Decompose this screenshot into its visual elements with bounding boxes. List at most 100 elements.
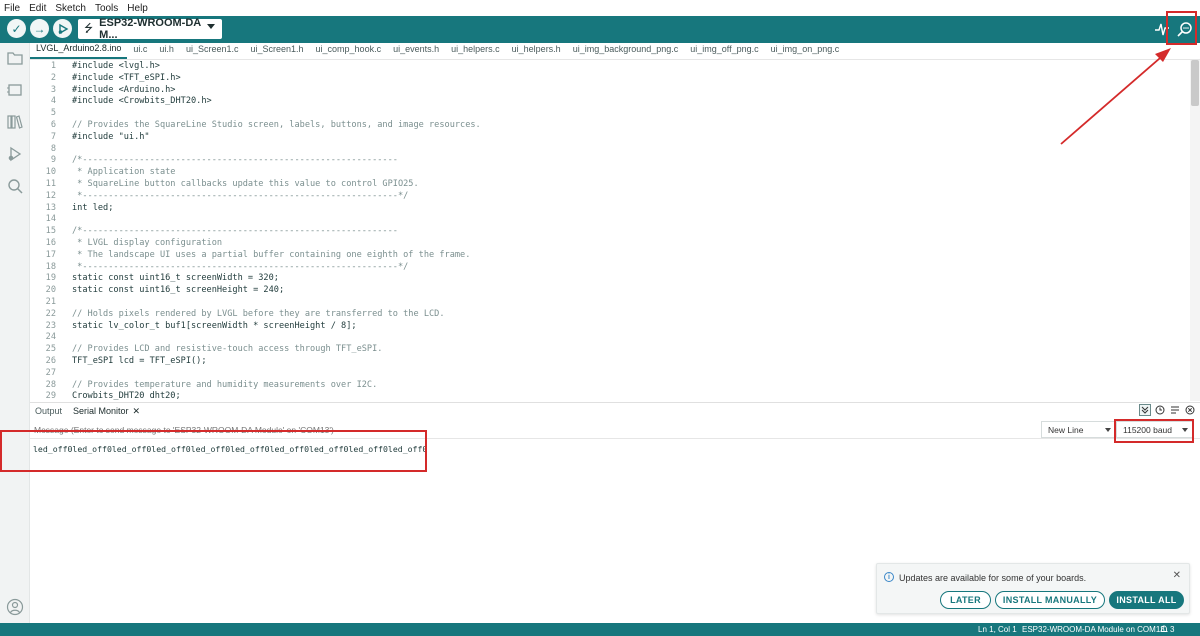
install-manually-button[interactable]: INSTALL MANUALLY [995,591,1105,609]
menu-sketch[interactable]: Sketch [55,3,86,14]
code-text: static lv_color_t buf1[screenWidth * scr… [72,320,357,331]
notification-message: Updates are available for some of your b… [899,573,1087,583]
line-number: 20 [45,285,56,296]
double-chevron-down-icon [1141,406,1149,414]
debug-icon[interactable] [6,145,24,163]
file-tab[interactable]: ui_events.h [387,42,445,59]
code-text: * Application state [72,167,176,178]
code-line: 7 #include "ui.h" [30,132,1188,144]
code-line: 19 static const uint16_t screenWidth = 32… [30,273,1188,285]
debug-button[interactable] [53,19,72,38]
line-number: 25 [45,344,56,355]
scrollbar-thumb[interactable] [1191,60,1199,106]
later-button[interactable]: LATER [940,591,991,609]
code-line: 14 [30,214,1188,226]
code-line: 21 [30,297,1188,309]
code-text: * The landscape UI uses a partial buffer… [72,249,471,260]
code-text: static const uint16_t screenHeight = 240… [72,285,285,296]
line-number: 19 [45,273,56,284]
toggle-autoscroll-button[interactable] [1139,404,1151,416]
line-number: 1 [50,61,56,71]
menu-bar: File Edit Sketch Tools Help [0,0,1200,16]
code-line: 9 /*-------------------------------------… [30,155,1188,167]
toggle-timestamp-button[interactable] [1154,404,1166,416]
line-number: 17 [45,249,56,260]
menu-help[interactable]: Help [127,3,148,14]
code-text: #include <Crowbits_DHT20.h> [72,96,212,107]
line-number: 11 [45,179,56,189]
file-tab[interactable]: ui_img_off_png.c [684,42,764,59]
line-number: 28 [45,379,56,390]
board-selector[interactable]: ⭍ ESP32-WROOM-DA M... [78,17,222,41]
file-tab[interactable]: ui.h [153,42,180,59]
notification-count: 3 [1170,625,1175,634]
library-icon[interactable] [6,113,24,131]
line-ending-select[interactable]: New Line [1041,421,1117,438]
code-line: 3 #include <Arduino.h> [30,85,1188,97]
line-number: 13 [45,202,56,213]
code-line: 12 *------------------------------------… [30,191,1188,203]
tab-output[interactable]: Output [35,406,62,416]
close-icon[interactable]: ✕ [1173,570,1181,581]
upload-button[interactable]: → [30,19,49,38]
code-line: 25 // Provides LCD and resistive-touch ac… [30,344,1188,356]
code-text: // Provides LCD and resistive-touch acce… [72,344,383,355]
line-number: 26 [45,356,56,366]
line-number: 18 [45,261,56,272]
code-line: 10 * Application state [30,167,1188,179]
code-text: /*--------------------------------------… [72,226,398,237]
file-tab[interactable]: ui_img_background_png.c [567,42,685,59]
code-line: 23 static lv_color_t buf1[screenWidth * s… [30,321,1188,333]
line-number: 22 [45,308,56,319]
tab-serial-monitor[interactable]: Serial Monitor ✕ [73,406,140,417]
code-line: 2 #include <TFT_eSPI.h> [30,73,1188,85]
activity-bar [0,43,30,623]
code-text: TFT_eSPI lcd = TFT_eSPI(); [72,356,207,366]
clear-output-button[interactable] [1169,404,1181,416]
code-line: 11 * SquareLine button callbacks update … [30,179,1188,191]
file-tab[interactable]: LVGL_Arduino2.8.ino [30,42,128,59]
file-tab[interactable]: ui_Screen1.h [244,42,309,59]
code-editor[interactable]: 1 #include <lvgl.h> 2 #include <TFT_eSPI.h>… [30,60,1200,401]
line-number: 7 [50,131,56,142]
close-icon[interactable]: ✕ [133,406,141,416]
folder-icon[interactable] [6,49,24,67]
line-number: 23 [45,320,56,331]
editor-scrollbar[interactable] [1190,60,1200,401]
code-text: int led; [72,202,114,213]
panel-tabs: Output Serial Monitor ✕ [30,402,1200,419]
line-number: 21 [45,297,56,307]
file-tab[interactable]: ui_Screen1.c [180,42,245,59]
code-line: 29 Crowbits_DHT20 dht20; [30,391,1188,401]
close-circle-icon [1185,405,1195,415]
file-tab[interactable]: ui_img_on_png.c [765,42,846,59]
board-name: ESP32-WROOM-DA M... [99,17,201,41]
board-icon[interactable] [6,81,24,99]
code-line: 27 [30,368,1188,380]
file-tab[interactable]: ui_helpers.h [506,42,567,59]
board-port-status[interactable]: ESP32-WROOM-DA Module on COM13 [1022,625,1165,634]
search-icon[interactable] [6,177,24,195]
code-text: Crowbits_DHT20 dht20; [72,391,181,401]
code-line: 17 * The landscape UI uses a partial buf… [30,250,1188,262]
code-text: /*--------------------------------------… [72,155,398,166]
menu-edit[interactable]: Edit [29,3,46,14]
menu-file[interactable]: File [4,3,20,14]
file-tab[interactable]: ui_helpers.c [445,42,506,59]
menu-tools[interactable]: Tools [95,3,118,14]
close-panel-button[interactable] [1184,404,1196,416]
check-icon: ✓ [11,21,22,36]
verify-button[interactable]: ✓ [7,19,26,38]
install-all-button[interactable]: INSTALL ALL [1109,591,1184,609]
line-number: 29 [45,391,56,401]
account-icon[interactable] [6,598,24,616]
tab-serial-monitor-label: Serial Monitor [73,406,129,416]
usb-icon: ⭍ [84,22,94,35]
info-icon: i [884,572,894,582]
file-tab[interactable]: ui_comp_hook.c [310,42,388,59]
bell-icon[interactable] [1160,625,1168,636]
line-number: 15 [45,226,56,237]
file-tab[interactable]: ui.c [127,42,153,59]
code-line: 18 *------------------------------------… [30,262,1188,274]
code-line: 4 #include <Crowbits_DHT20.h> [30,96,1188,108]
